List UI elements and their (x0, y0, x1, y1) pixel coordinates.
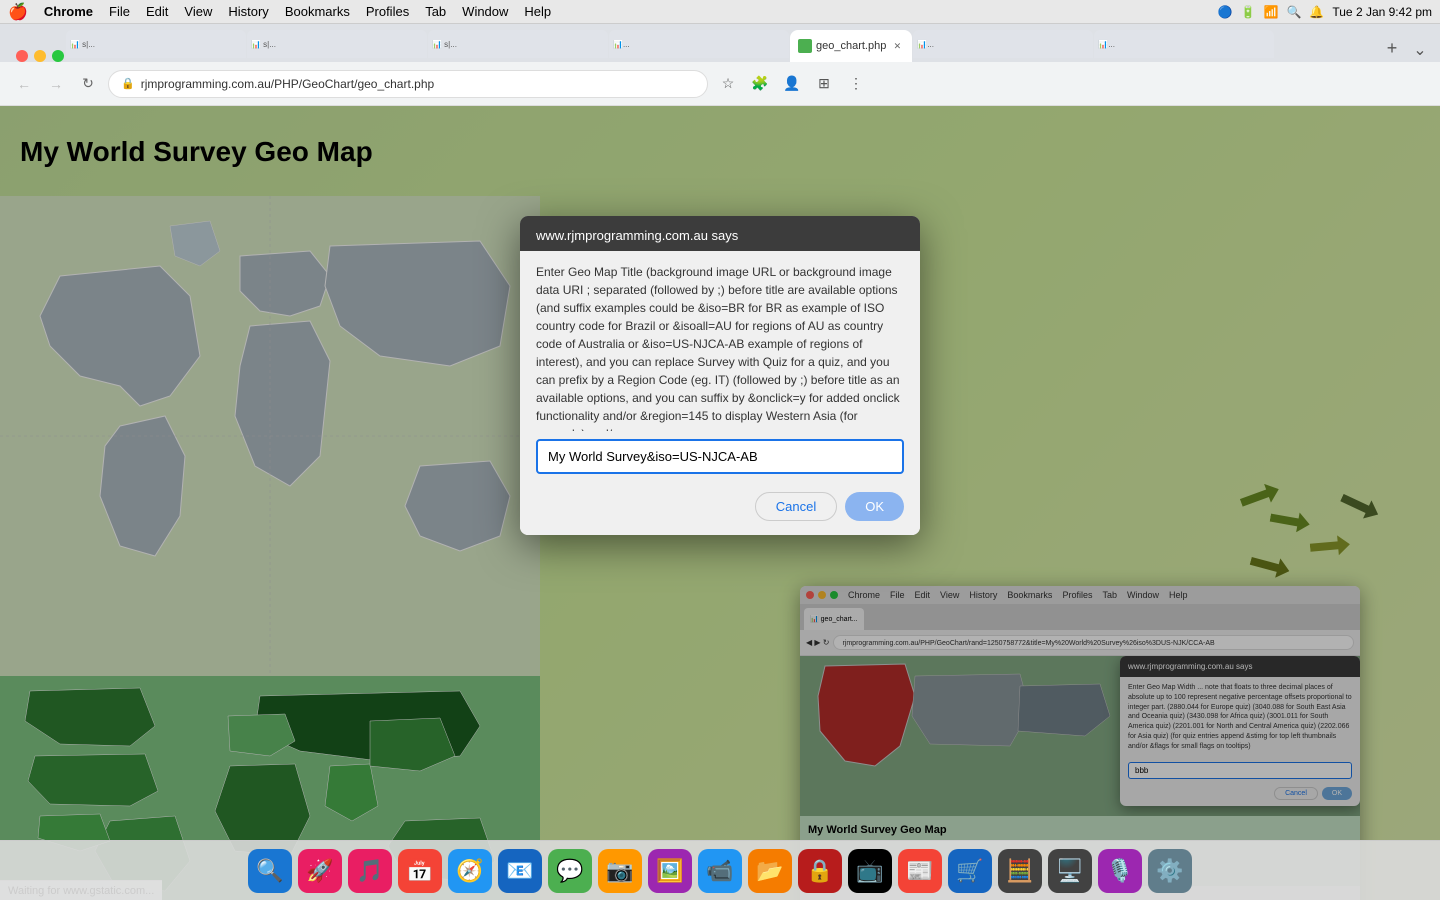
forward-button[interactable]: → (44, 72, 68, 96)
close-button[interactable] (16, 50, 28, 62)
dialog-message: Enter Geo Map Title (background image UR… (536, 265, 900, 431)
dock-calculator[interactable]: 🧮 (998, 849, 1042, 893)
dialog-site: www.rjmprogramming.com.au says (536, 228, 738, 243)
tab-list: 📊 s|... 📊 s|... 📊 s|... 📊... geo_chart.p… (66, 30, 1376, 62)
bluetooth-icon: 🔵 (1218, 5, 1233, 19)
dock-messages[interactable]: 💬 (548, 849, 592, 893)
dock-finder[interactable]: 🔍 (248, 849, 292, 893)
tab-close-btn[interactable]: ✕ (890, 39, 904, 53)
extensions-button[interactable]: 🧩 (748, 72, 772, 96)
menubar-window[interactable]: Window (462, 4, 508, 19)
tab-overflow-button[interactable]: ⌄ (1408, 38, 1432, 62)
fullscreen-button[interactable] (52, 50, 64, 62)
wifi-icon: 📶 (1264, 5, 1279, 19)
tab-favicon (798, 39, 812, 53)
dialog-input[interactable] (536, 439, 904, 474)
dock-bitdefender[interactable]: 🔒 (798, 849, 842, 893)
tab-bar: 📊 s|... 📊 s|... 📊 s|... 📊... geo_chart.p… (0, 24, 1440, 62)
reload-button[interactable]: ↻ (76, 72, 100, 96)
dock-screen-savers[interactable]: 🖼️ (648, 849, 692, 893)
url-bar[interactable]: 🔒 rjmprogramming.com.au/PHP/GeoChart/geo… (108, 70, 708, 98)
dock-news[interactable]: 📰 (898, 849, 942, 893)
minimize-button[interactable] (34, 50, 46, 62)
sidebar-button[interactable]: ⊞ (812, 72, 836, 96)
bookmark-star-button[interactable]: ☆ (716, 72, 740, 96)
dock-tv[interactable]: 📺 (848, 849, 892, 893)
tab-4[interactable]: 📊... (609, 30, 789, 58)
dock-filezilla[interactable]: 📂 (748, 849, 792, 893)
dialog-input-area (520, 431, 920, 482)
dialog-ok-button[interactable]: OK (845, 492, 904, 521)
menubar: 🍎 Chrome File Edit View History Bookmark… (0, 0, 1440, 24)
menubar-file[interactable]: File (109, 4, 130, 19)
dock-remote[interactable]: 🖥️ (1048, 849, 1092, 893)
new-tab-button[interactable]: + (1378, 34, 1406, 62)
security-icon: 🔒 (121, 77, 135, 90)
dock-app-store[interactable]: 🛒 (948, 849, 992, 893)
search-icon[interactable]: 🔍 (1286, 5, 1301, 19)
battery-icon: 🔋 (1241, 5, 1256, 19)
notification-icon[interactable]: 🔔 (1309, 5, 1324, 19)
dialog-box: www.rjmprogramming.com.au says Enter Geo… (520, 216, 920, 535)
menubar-tab[interactable]: Tab (425, 4, 446, 19)
dock-launchpad[interactable]: 🚀 (298, 849, 342, 893)
tab-3[interactable]: 📊 s|... (428, 30, 608, 58)
tab-1[interactable]: 📊 s|... (66, 30, 246, 58)
page-content: My World Survey Geo Map (0, 106, 1440, 900)
active-tab-label: geo_chart.php (816, 40, 886, 52)
apple-menu[interactable]: 🍎 (8, 2, 28, 22)
dialog-overlay: www.rjmprogramming.com.au says Enter Geo… (0, 106, 1440, 900)
dock-music[interactable]: 🎵 (348, 849, 392, 893)
chrome-menu-button[interactable]: ⋮ (844, 72, 868, 96)
dialog-cancel-button[interactable]: Cancel (755, 492, 837, 521)
profile-button[interactable]: 👤 (780, 72, 804, 96)
back-button[interactable]: ← (12, 72, 36, 96)
dock-zoom[interactable]: 📹 (698, 849, 742, 893)
menubar-edit[interactable]: Edit (146, 4, 168, 19)
tab-6[interactable]: 📊... (1094, 30, 1274, 58)
dock-system-prefs[interactable]: ⚙️ (1148, 849, 1192, 893)
traffic-lights (8, 50, 64, 62)
menubar-view[interactable]: View (184, 4, 212, 19)
menubar-help[interactable]: Help (524, 4, 551, 19)
dialog-buttons: Cancel OK (520, 482, 920, 535)
url-text: rjmprogramming.com.au/PHP/GeoChart/geo_c… (141, 77, 434, 91)
menubar-bookmarks[interactable]: Bookmarks (285, 4, 350, 19)
dock-mail[interactable]: 📧 (498, 849, 542, 893)
tab-2[interactable]: 📊 s|... (247, 30, 427, 58)
menubar-history[interactable]: History (228, 4, 268, 19)
menubar-chrome[interactable]: Chrome (44, 4, 93, 19)
address-bar: ← → ↻ 🔒 rjmprogramming.com.au/PHP/GeoCha… (0, 62, 1440, 106)
dialog-body: Enter Geo Map Title (background image UR… (520, 251, 920, 431)
dialog-header: www.rjmprogramming.com.au says (520, 216, 920, 251)
browser-window: 📊 s|... 📊 s|... 📊 s|... 📊... geo_chart.p… (0, 24, 1440, 900)
datetime: Tue 2 Jan 9:42 pm (1332, 5, 1432, 19)
active-tab[interactable]: geo_chart.php ✕ (790, 30, 912, 62)
dock-photos[interactable]: 📷 (598, 849, 642, 893)
dock-calendar[interactable]: 📅 (398, 849, 442, 893)
dock-podcast[interactable]: 🎙️ (1098, 849, 1142, 893)
tab-5[interactable]: 📊... (913, 30, 1093, 58)
dock: 🔍 🚀 🎵 📅 🧭 📧 💬 📷 🖼️ 📹 📂 🔒 📺 📰 🛒 🧮 🖥️ 🎙️ ⚙… (0, 840, 1440, 900)
menubar-right: 🔵 🔋 📶 🔍 🔔 Tue 2 Jan 9:42 pm (1218, 5, 1432, 19)
dock-safari[interactable]: 🧭 (448, 849, 492, 893)
menubar-profiles[interactable]: Profiles (366, 4, 409, 19)
